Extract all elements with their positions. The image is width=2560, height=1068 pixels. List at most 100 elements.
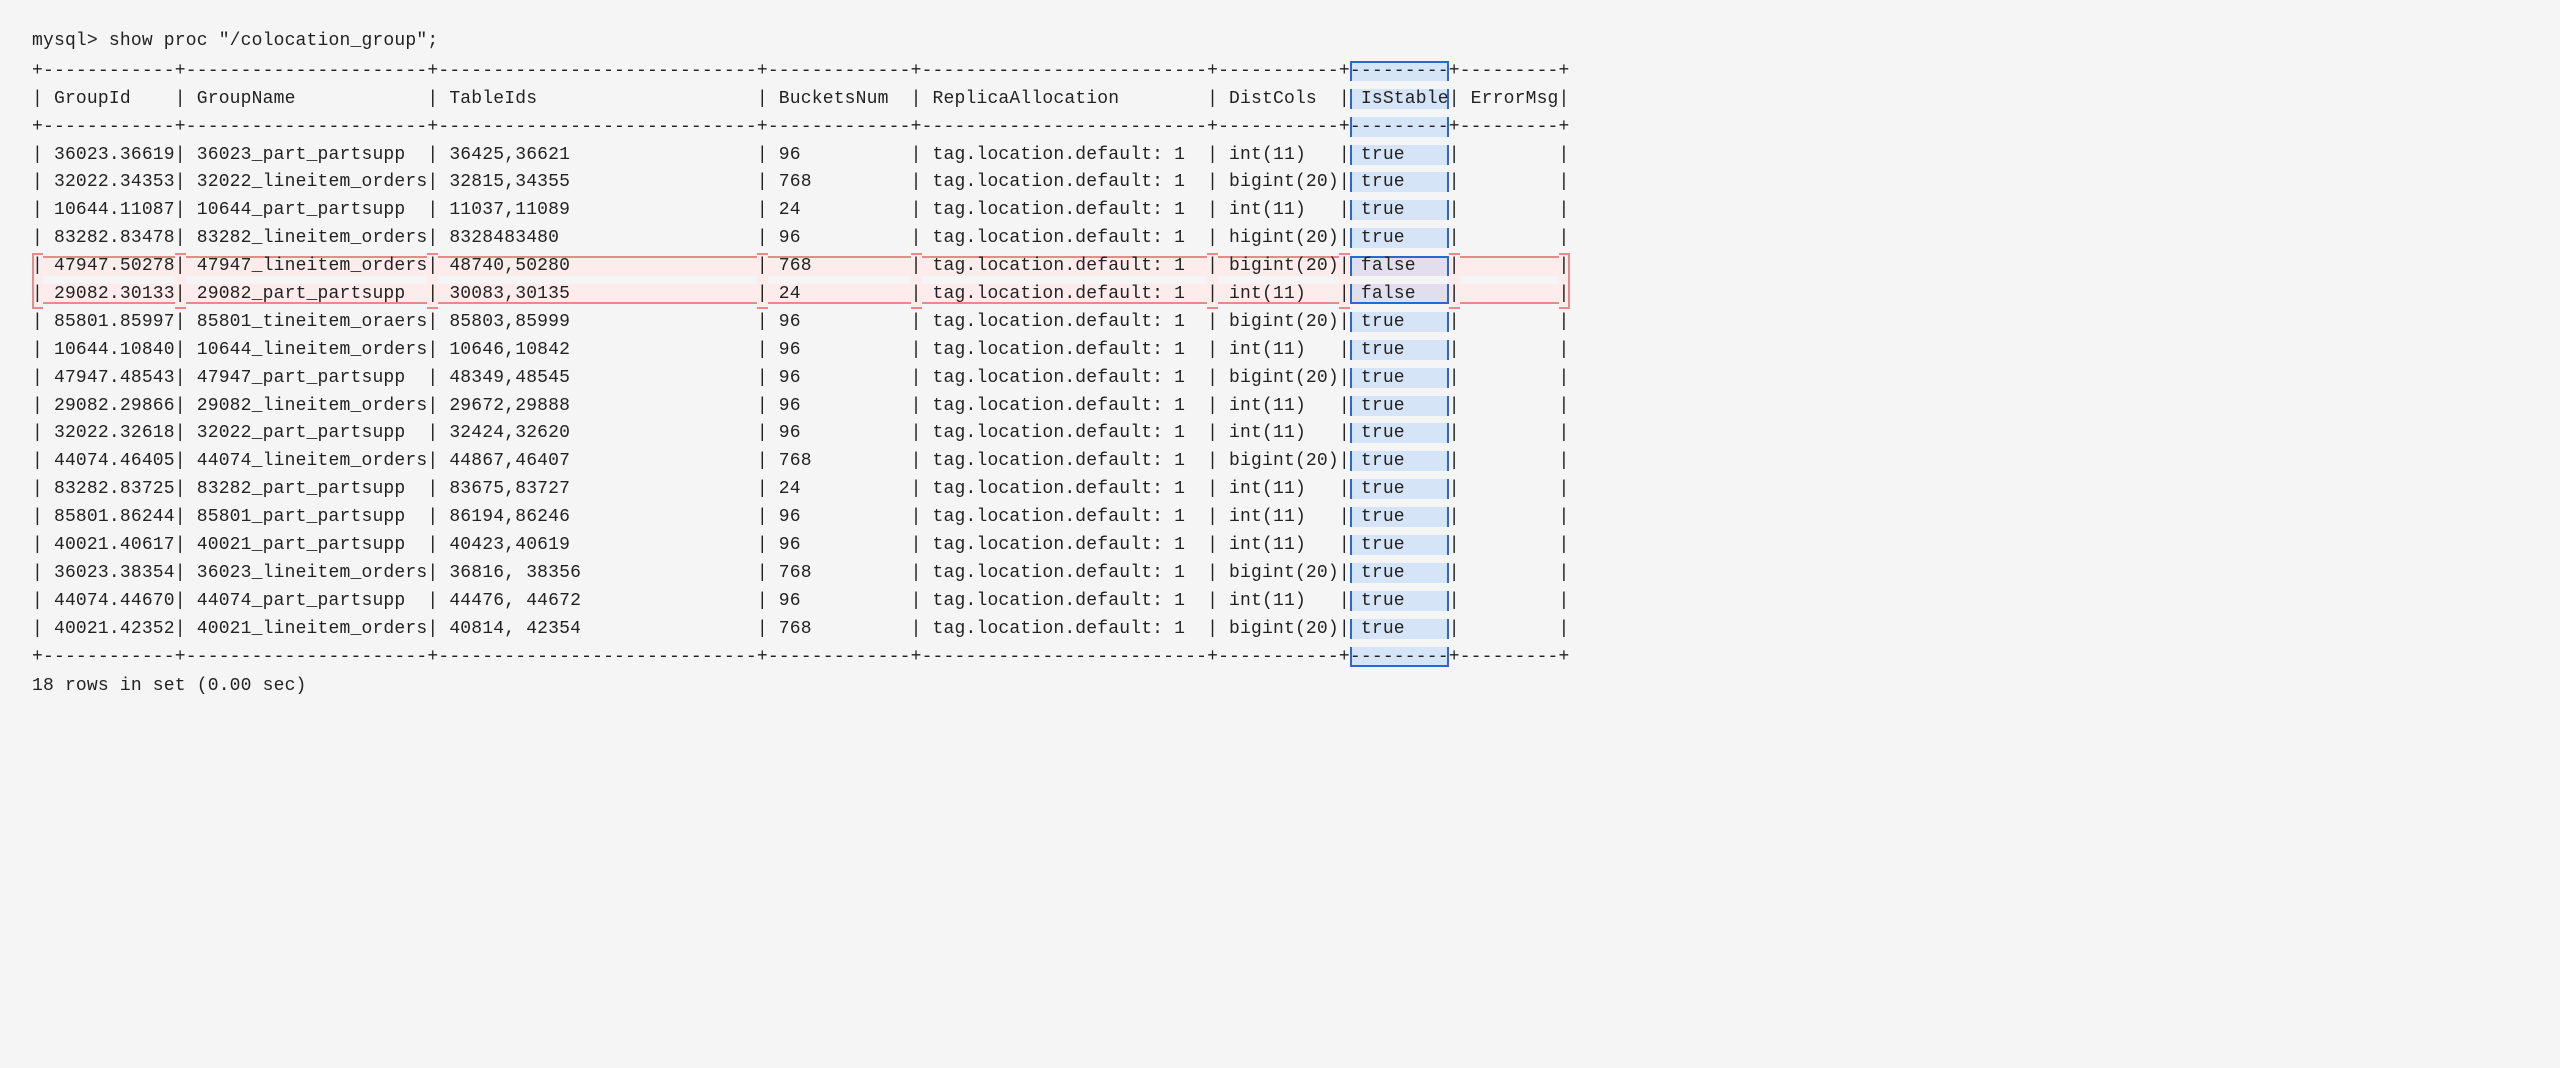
- cell-groupid: 36023.36619: [43, 145, 175, 165]
- cell-isstable: true: [1350, 200, 1449, 220]
- cell-tableids: 85803,85999: [438, 312, 756, 332]
- cell-errormsg: [1460, 591, 1559, 611]
- cell-errormsg: [1460, 312, 1559, 332]
- cell-replicaallocation: tag.location.default: 1: [922, 479, 1208, 499]
- cell-bucketsnum: 96: [768, 507, 911, 527]
- column-header-groupname: GroupName: [186, 89, 428, 109]
- cell-replicaallocation: tag.location.default: 1: [922, 396, 1208, 416]
- result-footer: 18 rows in set (0.00 sec): [32, 673, 2528, 701]
- cell-groupname: 85801_part_partsupp: [186, 507, 428, 527]
- cell-groupid: 10644.11087: [43, 200, 175, 220]
- cell-bucketsnum: 768: [768, 172, 911, 192]
- cell-distcols: int(11): [1218, 423, 1339, 443]
- cell-distcols: int(11): [1218, 535, 1339, 555]
- cell-isstable: true: [1350, 535, 1449, 555]
- cell-groupid: 32022.32618: [43, 423, 175, 443]
- cell-distcols: bigint(20): [1218, 368, 1339, 388]
- cell-errormsg: [1460, 507, 1559, 527]
- cell-isstable: true: [1350, 479, 1449, 499]
- cell-distcols: int(11): [1218, 591, 1339, 611]
- cell-groupname: 44074_part_partsupp: [186, 591, 428, 611]
- cell-replicaallocation: tag.location.default: 1: [922, 256, 1208, 276]
- cell-isstable: true: [1350, 145, 1449, 165]
- cell-isstable: true: [1350, 368, 1449, 388]
- cell-groupname: 83282_part_partsupp: [186, 479, 428, 499]
- cell-groupname: 32022_lineitem_orders: [186, 172, 428, 192]
- cell-replicaallocation: tag.location.default: 1: [922, 312, 1208, 332]
- cell-groupid: 47947.48543: [43, 368, 175, 388]
- cell-groupname: 29082_part_partsupp: [186, 284, 428, 304]
- cell-tableids: 8328483480: [438, 228, 756, 248]
- cell-groupid: 83282.83478: [43, 228, 175, 248]
- cell-groupid: 36023.38354: [43, 563, 175, 583]
- cell-distcols: int(11): [1218, 507, 1339, 527]
- cell-tableids: 32815,34355: [438, 172, 756, 192]
- cell-errormsg: [1460, 228, 1559, 248]
- cell-replicaallocation: tag.location.default: 1: [922, 340, 1208, 360]
- cell-tableids: 30083,30135: [438, 284, 756, 304]
- cell-isstable: true: [1350, 312, 1449, 332]
- cell-groupname: 47947_part_partsupp: [186, 368, 428, 388]
- cell-replicaallocation: tag.location.default: 1: [922, 200, 1208, 220]
- cell-groupid: 83282.83725: [43, 479, 175, 499]
- cell-bucketsnum: 96: [768, 423, 911, 443]
- cell-bucketsnum: 24: [768, 284, 911, 304]
- cell-bucketsnum: 768: [768, 451, 911, 471]
- cell-groupid: 40021.42352: [43, 619, 175, 639]
- cell-replicaallocation: tag.location.default: 1: [922, 591, 1208, 611]
- cell-replicaallocation: tag.location.default: 1: [922, 145, 1208, 165]
- cell-replicaallocation: tag.location.default: 1: [922, 228, 1208, 248]
- cell-bucketsnum: 96: [768, 340, 911, 360]
- cell-isstable: true: [1350, 563, 1449, 583]
- ascii-table-output: +------------+----------------------+---…: [32, 58, 1570, 672]
- cell-replicaallocation: tag.location.default: 1: [922, 563, 1208, 583]
- cell-replicaallocation: tag.location.default: 1: [922, 535, 1208, 555]
- cell-bucketsnum: 24: [768, 479, 911, 499]
- cell-distcols: int(11): [1218, 284, 1339, 304]
- cell-isstable: true: [1350, 591, 1449, 611]
- cell-groupid: 47947.50278: [43, 256, 175, 276]
- cell-errormsg: [1460, 200, 1559, 220]
- cell-groupname: 10644_part_partsupp: [186, 200, 428, 220]
- cell-tableids: 44476, 44672: [438, 591, 756, 611]
- cell-bucketsnum: 96: [768, 368, 911, 388]
- cell-errormsg: [1460, 396, 1559, 416]
- cell-tableids: 10646,10842: [438, 340, 756, 360]
- cell-distcols: bigint(20): [1218, 563, 1339, 583]
- cell-errormsg: [1460, 256, 1559, 276]
- cell-bucketsnum: 96: [768, 312, 911, 332]
- cell-tableids: 40814, 42354: [438, 619, 756, 639]
- cell-distcols: int(11): [1218, 145, 1339, 165]
- cell-errormsg: [1460, 145, 1559, 165]
- cell-tableids: 86194,86246: [438, 507, 756, 527]
- cell-errormsg: [1460, 368, 1559, 388]
- cell-distcols: bigint(20): [1218, 256, 1339, 276]
- cell-errormsg: [1460, 284, 1559, 304]
- column-header-tableids: TableIds: [438, 89, 756, 109]
- cell-distcols: int(11): [1218, 340, 1339, 360]
- cell-tableids: 40423,40619: [438, 535, 756, 555]
- result-table: +------------+----------------------+---…: [32, 58, 1570, 672]
- cell-errormsg: [1460, 535, 1559, 555]
- cell-bucketsnum: 96: [768, 591, 911, 611]
- cell-groupname: 44074_lineitem_orders: [186, 451, 428, 471]
- cell-isstable: true: [1350, 228, 1449, 248]
- cell-tableids: 29672,29888: [438, 396, 756, 416]
- cell-groupid: 32022.34353: [43, 172, 175, 192]
- cell-distcols: bigint(20): [1218, 172, 1339, 192]
- cell-replicaallocation: tag.location.default: 1: [922, 284, 1208, 304]
- cell-isstable: true: [1350, 396, 1449, 416]
- cell-groupid: 40021.40617: [43, 535, 175, 555]
- cell-groupname: 40021_part_partsupp: [186, 535, 428, 555]
- cell-tableids: 36425,36621: [438, 145, 756, 165]
- column-header-distcols: DistCols: [1218, 89, 1339, 109]
- mysql-prompt: mysql> show proc "/colocation_group";: [32, 28, 2528, 56]
- cell-isstable: true: [1350, 423, 1449, 443]
- cell-errormsg: [1460, 619, 1559, 639]
- cell-replicaallocation: tag.location.default: 1: [922, 507, 1208, 527]
- cell-distcols: bigint(20): [1218, 451, 1339, 471]
- cell-bucketsnum: 768: [768, 619, 911, 639]
- cell-bucketsnum: 24: [768, 200, 911, 220]
- cell-groupid: 29082.30133: [43, 284, 175, 304]
- cell-groupname: 10644_lineitem_orders: [186, 340, 428, 360]
